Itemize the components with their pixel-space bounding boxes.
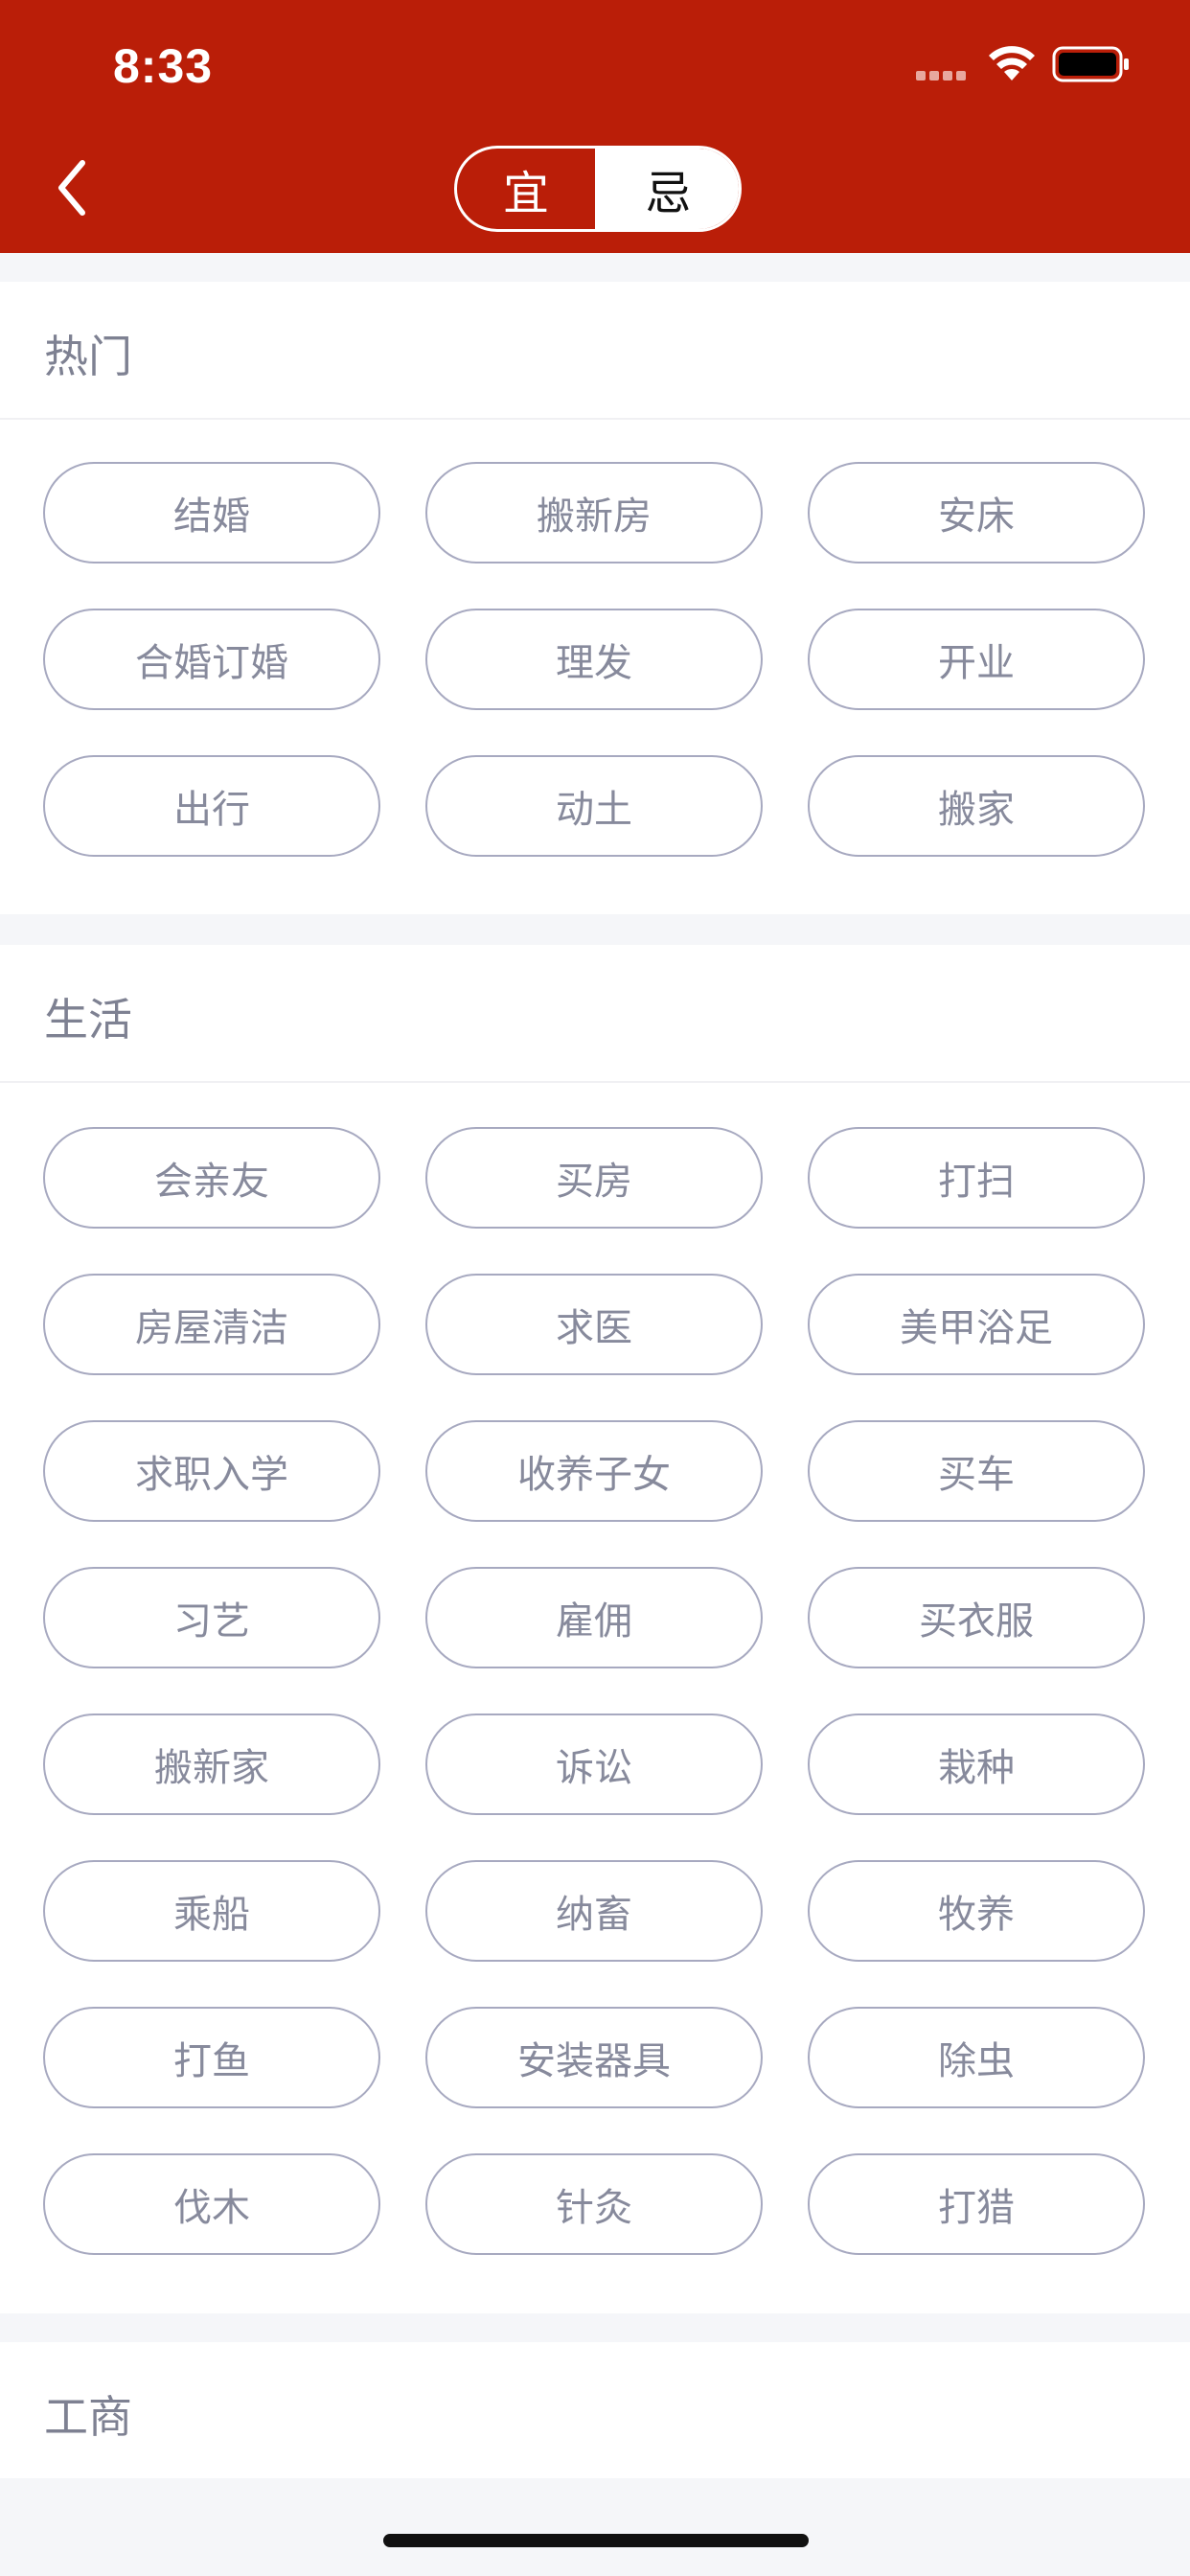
tag-button[interactable]: 求职入学 — [43, 1420, 380, 1522]
tag-button[interactable]: 合婚订婚 — [43, 609, 380, 710]
tag-button[interactable]: 搬家 — [808, 755, 1145, 857]
tag-button[interactable]: 安装器具 — [425, 2007, 763, 2108]
tag-button[interactable]: 开业 — [808, 609, 1145, 710]
tag-button[interactable]: 诉讼 — [425, 1714, 763, 1815]
tag-button[interactable]: 房屋清洁 — [43, 1274, 380, 1375]
section-hot: 热门 结婚 搬新房 安床 合婚订婚 理发 开业 出行 动土 搬家 — [0, 282, 1190, 914]
tag-button[interactable]: 美甲浴足 — [808, 1274, 1145, 1375]
nav-header: 8:33 宜 忌 — [0, 0, 1190, 253]
divider — [0, 418, 1190, 420]
tag-button[interactable]: 买房 — [425, 1127, 763, 1229]
tag-button[interactable]: 买车 — [808, 1420, 1145, 1522]
battery-icon — [1052, 46, 1129, 82]
status-time: 8:33 — [113, 39, 214, 93]
tag-button[interactable]: 动土 — [425, 755, 763, 857]
section-title: 生活 — [44, 994, 132, 1046]
home-indicator — [383, 2534, 809, 2547]
yi-ji-toggle[interactable]: 宜 忌 — [454, 146, 742, 232]
wifi-icon — [989, 46, 1035, 80]
tag-button[interactable]: 安床 — [808, 462, 1145, 564]
section-business: 工商 — [0, 2342, 1190, 2478]
tag-button[interactable]: 打扫 — [808, 1127, 1145, 1229]
tag-button[interactable]: 搬新房 — [425, 462, 763, 564]
tag-button[interactable]: 收养子女 — [425, 1420, 763, 1522]
divider — [0, 1081, 1190, 1083]
tag-button[interactable]: 纳畜 — [425, 1860, 763, 1962]
tag-button[interactable]: 求医 — [425, 1274, 763, 1375]
tag-button[interactable]: 会亲友 — [43, 1127, 380, 1229]
section-life: 生活 会亲友 买房 打扫 房屋清洁 求医 美甲浴足 求职入学 收养子女 买车 习… — [0, 945, 1190, 2313]
tag-button[interactable]: 习艺 — [43, 1567, 380, 1668]
tag-button[interactable]: 雇佣 — [425, 1567, 763, 1668]
tag-button[interactable]: 出行 — [43, 755, 380, 857]
tag-button[interactable]: 搬新家 — [43, 1714, 380, 1815]
tag-button[interactable]: 结婚 — [43, 462, 380, 564]
tag-button[interactable]: 买衣服 — [808, 1567, 1145, 1668]
tag-button[interactable]: 除虫 — [808, 2007, 1145, 2108]
tag-button[interactable]: 打鱼 — [43, 2007, 380, 2108]
tag-button[interactable]: 乘船 — [43, 1860, 380, 1962]
tab-ji[interactable]: 忌 — [598, 149, 739, 229]
signal-icon — [916, 71, 966, 80]
section-title: 工商 — [44, 2391, 132, 2443]
tag-button[interactable]: 伐木 — [43, 2153, 380, 2255]
tag-button[interactable]: 理发 — [425, 609, 763, 710]
tab-yi[interactable]: 宜 — [457, 149, 599, 229]
tag-button[interactable]: 栽种 — [808, 1714, 1145, 1815]
section-title: 热门 — [44, 331, 132, 382]
tag-button[interactable]: 打猎 — [808, 2153, 1145, 2255]
tag-button[interactable]: 针灸 — [425, 2153, 763, 2255]
back-chevron-icon[interactable] — [54, 157, 92, 218]
tag-button[interactable]: 牧养 — [808, 1860, 1145, 1962]
